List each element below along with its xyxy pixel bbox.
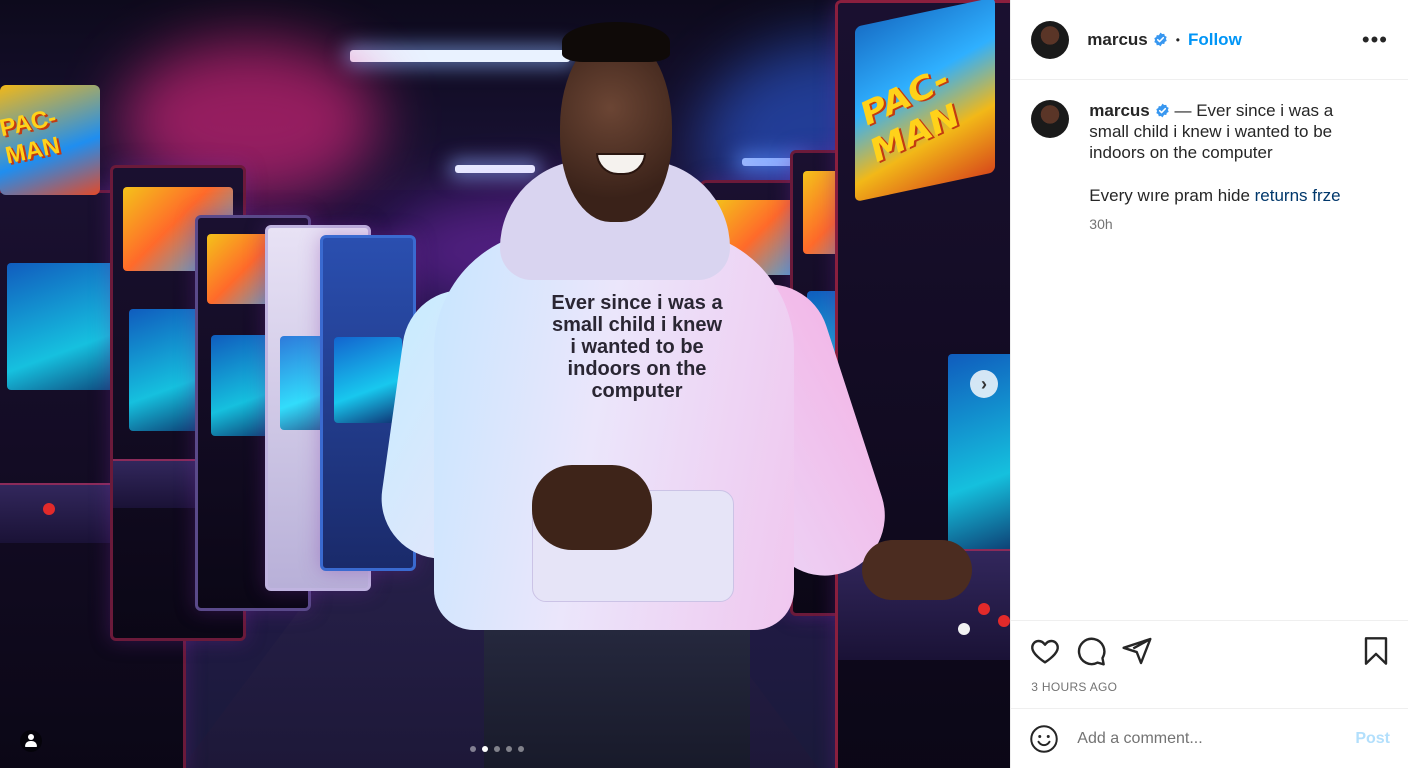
arcade-button xyxy=(43,503,55,515)
marquee-text: PAC-MAN xyxy=(0,103,63,170)
arcade-button xyxy=(978,603,990,615)
bookmark-icon[interactable] xyxy=(1360,635,1392,667)
caption-link[interactable]: returns frze xyxy=(1255,186,1341,205)
hand-on-controls xyxy=(862,540,972,600)
caption-body: marcus — Ever since i was a small child … xyxy=(1089,100,1359,235)
carousel-dot xyxy=(518,746,524,752)
verified-badge-icon xyxy=(1153,32,1168,47)
instagram-post: PAC-MAN PAC-MAN Ever since i was a small… xyxy=(0,0,1408,768)
comments-section: marcus — Ever since i was a small child … xyxy=(1011,80,1408,620)
username-text[interactable]: marcus xyxy=(1087,30,1147,49)
arcade-button xyxy=(958,623,970,635)
caption-extra: Every wıre pram hide returns frze xyxy=(1089,185,1359,206)
arcade-button xyxy=(998,615,1010,627)
carousel-indicator xyxy=(470,746,524,752)
jeans xyxy=(484,610,750,768)
chevron-right-icon: › xyxy=(981,373,987,394)
action-bar xyxy=(1011,620,1408,680)
carousel-dot xyxy=(506,746,512,752)
post-sidebar: marcus • Follow ••• marcus — Ever since … xyxy=(1010,0,1408,768)
caption: marcus — Ever since i was a small child … xyxy=(1031,100,1388,235)
emoji-icon[interactable] xyxy=(1029,724,1059,754)
separator-dot: • xyxy=(1175,32,1180,47)
hair xyxy=(562,22,670,62)
follow-button[interactable]: Follow xyxy=(1188,30,1242,50)
avatar[interactable] xyxy=(1031,100,1070,138)
post-media[interactable]: PAC-MAN PAC-MAN Ever since i was a small… xyxy=(0,0,1011,768)
caption-username[interactable]: marcus xyxy=(1089,101,1149,120)
verified-badge-icon xyxy=(1155,103,1170,118)
user-tag-icon[interactable] xyxy=(20,730,42,752)
share-icon[interactable] xyxy=(1121,635,1153,667)
pointing-hand xyxy=(532,465,652,550)
header-username[interactable]: marcus xyxy=(1087,30,1167,50)
comment-input[interactable] xyxy=(1075,728,1330,749)
carousel-dot xyxy=(470,746,476,752)
caption-extra-text: Every wıre pram hide xyxy=(1089,186,1255,205)
comment-icon[interactable] xyxy=(1075,635,1107,667)
more-options-icon[interactable]: ••• xyxy=(1362,27,1388,53)
carousel-dot xyxy=(494,746,500,752)
heart-icon[interactable] xyxy=(1029,635,1061,667)
carousel-next-button[interactable]: › xyxy=(970,370,998,398)
hoodie-text: Ever since i was a small child i knew i … xyxy=(551,292,723,402)
post-timestamp: 3 HOURS AGO xyxy=(1031,680,1118,694)
person: Ever since i was a small child i knew i … xyxy=(373,20,972,768)
comment-bar: Post xyxy=(1011,708,1408,768)
caption-timestamp[interactable]: 30h xyxy=(1089,214,1359,235)
avatar[interactable] xyxy=(1031,20,1070,59)
post-comment-button[interactable]: Post xyxy=(1355,730,1390,748)
pacman-marquee-left: PAC-MAN xyxy=(0,85,100,195)
carousel-dot xyxy=(482,746,488,752)
post-header: marcus • Follow ••• xyxy=(1011,0,1408,80)
